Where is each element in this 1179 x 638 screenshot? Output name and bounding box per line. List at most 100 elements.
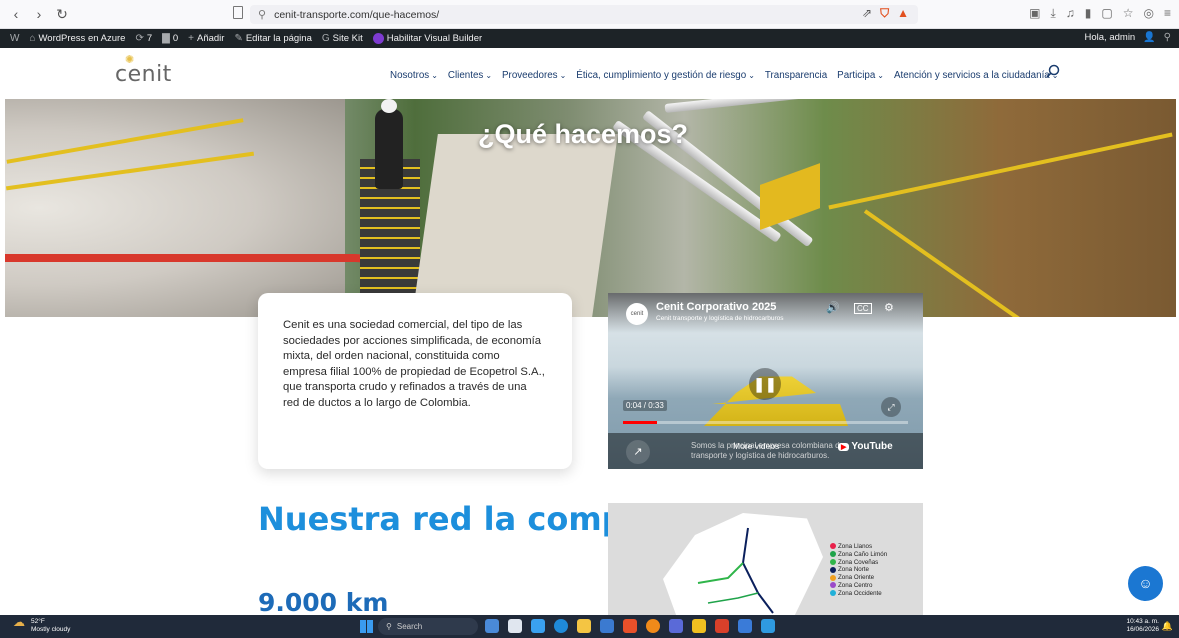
url-text: cenit-transporte.com/que-hacemos/ — [274, 8, 440, 21]
video-header — [608, 293, 923, 333]
legend-item: Zona Caño Limón — [830, 551, 887, 559]
share-icon[interactable]: ↗ — [626, 440, 650, 464]
chatbot-button[interactable]: ☺ — [1128, 566, 1163, 601]
updates-icon: ⟳ — [135, 33, 144, 44]
notification-icon[interactable]: 🔔 — [1162, 621, 1173, 632]
comment-icon: ▇ — [162, 33, 170, 44]
nav-item-5[interactable]: Participa ⌄ — [837, 70, 884, 81]
wp-comments[interactable]: ▇ 0 — [162, 33, 178, 44]
video-progress[interactable] — [623, 421, 908, 424]
menu-icon[interactable]: ≡ — [1164, 6, 1171, 21]
settings-icon[interactable]: ⚙ — [884, 301, 894, 314]
wp-visual-builder[interactable]: Habilitar Visual Builder — [372, 33, 482, 44]
nav-item-0[interactable]: Nosotros ⌄ — [390, 70, 438, 81]
search-icon[interactable] — [1046, 64, 1060, 78]
wp-edit-page[interactable]: ✎ Editar la página — [234, 33, 311, 44]
back-icon[interactable]: ‹ — [9, 6, 23, 22]
chevron-down-icon: ⌄ — [748, 71, 755, 80]
site-logo[interactable]: ✺ cenit — [115, 53, 172, 87]
wp-search-icon[interactable]: ⚲ — [1164, 32, 1171, 43]
nav-item-4[interactable]: Transparencia — [765, 70, 827, 81]
network-map: Zona Llanos Zona Caño Limón Zona Coveñas Zo… — [608, 503, 923, 615]
wp-site-link[interactable]: ⌂ WordPress en Azure — [29, 33, 125, 44]
youtube-play-icon: ▶ — [838, 443, 850, 451]
windows-start-icon[interactable] — [360, 620, 373, 633]
nav-item-6[interactable]: Atención y servicios a la ciudadanía ⌄ — [894, 70, 1058, 81]
taskbar-clock[interactable]: 10:43 a. m. 16/06/2026 — [1126, 618, 1159, 634]
brave-rewards-icon[interactable]: ▲ — [897, 6, 909, 21]
page-title: ¿Qué hacemos? — [478, 119, 689, 149]
nav-item-1[interactable]: Clientes ⌄ — [448, 70, 492, 81]
more-videos-button[interactable]: More videos — [733, 441, 779, 451]
app-icon[interactable] — [485, 619, 499, 633]
copilot-icon[interactable] — [531, 619, 545, 633]
channel-logo[interactable]: cenit — [626, 303, 648, 325]
firefox-icon[interactable] — [646, 619, 660, 633]
plus-icon: + — [188, 33, 194, 44]
nav-item-label: Proveedores — [502, 70, 558, 81]
weather-widget[interactable]: 52°FMostly cloudy — [13, 618, 70, 633]
download-icon[interactable]: ⤓ — [1050, 6, 1055, 21]
sticky-notes-icon[interactable] — [692, 619, 706, 633]
vpn-icon[interactable]: ◎ — [1144, 6, 1154, 21]
taskbar-apps — [485, 619, 775, 633]
video-progress-fill — [623, 421, 658, 424]
legend-dot — [830, 551, 836, 558]
pause-button[interactable]: ❚❚ — [749, 368, 781, 400]
map-legend: Zona Llanos Zona Caño Limón Zona Coveñas Zo… — [830, 543, 887, 598]
bookmark-icon[interactable] — [233, 6, 243, 19]
youtube-link[interactable]: ▶ YouTube — [838, 441, 893, 452]
legend-label: Zona Occidente — [838, 589, 882, 597]
site-info-icon[interactable]: ⚲ — [258, 8, 266, 21]
store-icon[interactable] — [600, 619, 614, 633]
media-icon[interactable]: ♫ — [1066, 6, 1075, 21]
nav-item-3[interactable]: Ética, cumplimiento y gestión de riesgo ⌄ — [576, 70, 755, 81]
legend-item: Zona Llanos — [830, 543, 887, 551]
task-view-icon[interactable] — [508, 619, 522, 633]
chevron-down-icon: ⌄ — [431, 71, 438, 80]
search-icon: ⚲ — [386, 622, 392, 631]
video-time: 0:04 / 0:33 — [623, 400, 667, 411]
fullscreen-icon[interactable]: ⤢ — [881, 397, 901, 417]
legend-label: Zona Oriente — [838, 574, 875, 582]
brave-icon[interactable] — [623, 619, 637, 633]
avatar[interactable]: 👤 — [1143, 32, 1155, 43]
wp-account[interactable]: Hola, admin — [1085, 32, 1136, 43]
defender-icon[interactable] — [738, 619, 752, 633]
reload-icon[interactable]: ↻ — [55, 6, 69, 23]
forward-icon[interactable]: › — [32, 6, 46, 22]
file-explorer-icon[interactable] — [577, 619, 591, 633]
video-bottom-bar: ↗ Somos la principal empresa colombiana … — [608, 433, 923, 469]
video-player[interactable]: cenit Cenit Corporativo 2025 Cenit trans… — [608, 293, 923, 469]
favorites-icon[interactable]: ☆ — [1123, 6, 1134, 21]
teams-icon[interactable] — [669, 619, 683, 633]
video-title[interactable]: Cenit Corporativo 2025 — [656, 301, 776, 313]
vscode-icon[interactable] — [761, 619, 775, 633]
railing — [828, 132, 1173, 210]
extensions-icon[interactable]: ▣ — [1029, 6, 1040, 21]
taskbar-search[interactable]: ⚲ Search — [378, 618, 478, 635]
worker-figure — [375, 99, 403, 189]
captions-icon[interactable]: CC — [854, 303, 872, 314]
volume-icon[interactable]: 🔊 — [826, 301, 840, 314]
brave-shield-icon[interactable]: ⛉ — [880, 6, 889, 21]
nav-item-label: Atención y servicios a la ciudadanía — [893, 70, 1050, 81]
wp-sitekit[interactable]: G Site Kit — [322, 33, 363, 44]
equipment — [760, 163, 820, 230]
wp-add-new[interactable]: + Añadir — [188, 33, 224, 44]
legend-label: Zona Caño Limón — [838, 550, 888, 558]
illustrator-icon[interactable] — [715, 619, 729, 633]
share-icon[interactable]: ⇗ — [862, 6, 872, 21]
network-km: 9.000 km — [258, 588, 389, 617]
edge-icon[interactable] — [554, 619, 568, 633]
wp-logo-icon[interactable]: W — [10, 33, 19, 44]
sidebar-icon[interactable]: ▮ — [1085, 6, 1092, 21]
legend-dot — [830, 582, 836, 589]
legend-dot — [830, 590, 836, 597]
legend-item: Zona Occidente — [830, 590, 887, 598]
screenshot-icon[interactable]: ▢ — [1101, 6, 1112, 21]
wp-updates[interactable]: ⟳ 7 — [135, 33, 152, 44]
address-bar[interactable]: ⚲ cenit-transporte.com/que-hacemos/ — [250, 5, 918, 24]
nav-item-2[interactable]: Proveedores ⌄ — [502, 70, 566, 81]
main-nav: Nosotros ⌄ Clientes ⌄ Proveedores ⌄ Ética, cum… — [390, 70, 1058, 81]
